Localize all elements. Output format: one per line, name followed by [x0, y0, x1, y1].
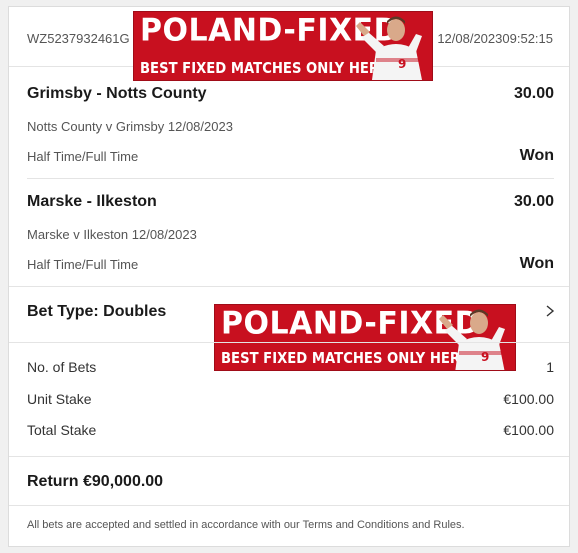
terms-footer: All bets are accepted and settled in acc… — [27, 519, 465, 531]
summary-value: €100.00 — [503, 422, 554, 438]
bet-reference: WZ5237932461G — [27, 31, 130, 46]
summary-row-bets: No. of Bets 1 — [27, 359, 554, 377]
bet-datetime: 12/08/202309:52:15 — [437, 31, 553, 46]
chevron-right-icon[interactable] — [543, 304, 557, 318]
divider — [9, 456, 569, 457]
leg-result: Won — [519, 147, 554, 164]
divider — [9, 505, 569, 506]
leg-fixture: Notts County v Grimsby 12/08/2023 — [27, 119, 233, 134]
bet-receipt: WZ5237932461G 12/08/202309:52:15 POLAND-… — [8, 6, 570, 547]
divider — [9, 342, 569, 343]
summary-label: No. of Bets — [27, 359, 97, 375]
summary-value: 1 — [546, 359, 554, 375]
summary-row-unit-stake: Unit Stake €100.00 — [27, 391, 554, 409]
summary-label: Total Stake — [27, 422, 97, 438]
return-amount: Return €90,000.00 — [27, 473, 164, 490]
bet-leg-1: Grimsby - Notts County 30.00 Notts Count… — [27, 85, 554, 175]
summary-value: €100.00 — [503, 391, 554, 407]
footballer-image: 9 — [356, 16, 422, 80]
bet-leg-2: Marske - Ilkeston 30.00 Marske v Ilkesto… — [27, 193, 554, 283]
divider — [9, 286, 569, 287]
summary-row-total-stake: Total Stake €100.00 — [27, 422, 554, 440]
leg-result: Won — [519, 255, 554, 272]
leg-stake: 30.00 — [513, 193, 554, 210]
leg-match-title: Grimsby - Notts County — [27, 85, 207, 102]
leg-match-title: Marske - Ilkeston — [27, 193, 157, 210]
bet-date: 12/08/2023 — [437, 31, 503, 46]
leg-fixture: Marske v Ilkeston 12/08/2023 — [27, 227, 197, 242]
leg-market: Half Time/Full Time — [27, 149, 139, 164]
promo-banner-top[interactable]: POLAND-FIXED BEST FIXED MATCHES ONLY HER… — [133, 11, 433, 81]
bet-type-label: Bet Type: Doubles — [27, 303, 167, 320]
bet-time: 09:52:15 — [502, 31, 553, 46]
leg-market: Half Time/Full Time — [27, 257, 139, 272]
leg-stake: 30.00 — [513, 85, 554, 102]
divider — [27, 178, 554, 179]
summary-label: Unit Stake — [27, 391, 92, 407]
